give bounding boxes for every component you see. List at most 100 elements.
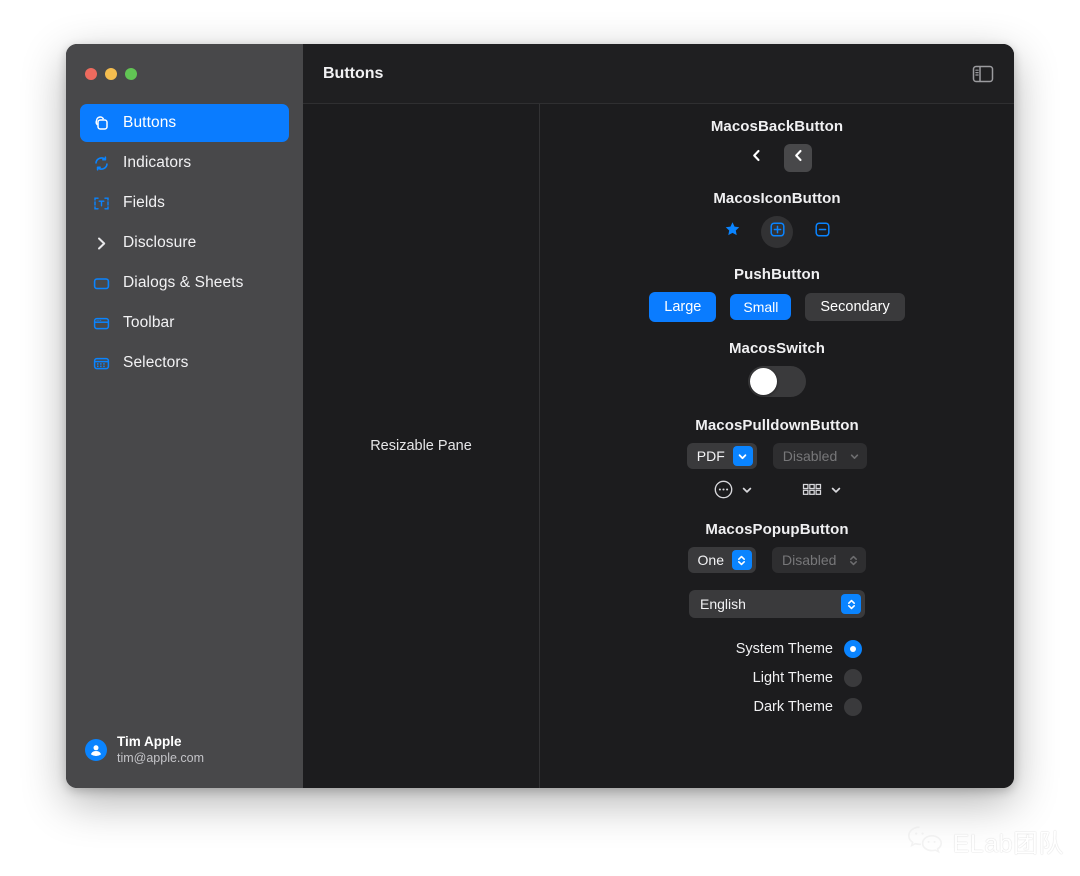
stacked-squares-icon <box>92 114 111 133</box>
pulldown-label: Disabled <box>782 448 838 464</box>
popup-language[interactable]: English <box>689 590 865 618</box>
pulldown-grid[interactable] <box>801 481 842 503</box>
popup-label: Disabled <box>781 552 837 568</box>
sidebar-item-label: Fields <box>123 194 165 211</box>
close-button[interactable] <box>85 68 97 80</box>
sidebar-item-label: Disclosure <box>123 234 197 251</box>
popup-disabled: Disabled <box>771 547 867 573</box>
section-title: MacosPopupButton <box>705 521 849 538</box>
zoom-button[interactable] <box>125 68 137 80</box>
radio-row-system[interactable]: System Theme <box>692 634 862 663</box>
chevron-down-icon <box>830 483 842 501</box>
popup-one[interactable]: One <box>687 547 756 573</box>
sidebar-item-label: Dialogs & Sheets <box>123 274 244 291</box>
pulldown-disabled: Disabled <box>772 443 868 469</box>
toolbar: Buttons <box>303 44 1014 104</box>
window-controls <box>66 44 303 104</box>
pulldown-label: PDF <box>696 448 725 464</box>
resizable-pane-label: Resizable Pane <box>370 438 472 454</box>
user-info: Tim Apple tim@apple.com <box>117 734 204 766</box>
text-field-icon <box>92 194 111 213</box>
watermark: ELab团队 <box>905 823 1064 860</box>
section-switch: MacosSwitch <box>540 340 1014 417</box>
section-title: MacosIconButton <box>713 190 841 207</box>
minimize-button[interactable] <box>105 68 117 80</box>
pulldown-ellipsis[interactable] <box>713 479 753 505</box>
controls-showcase: MacosBackButton MacosIconButton PushButt… <box>540 104 1014 788</box>
page-title: Buttons <box>323 64 384 82</box>
rounded-rect-icon <box>92 274 111 293</box>
sidebar-item-selectors[interactable]: Selectors <box>80 344 289 382</box>
icon-button-minus[interactable] <box>806 216 838 248</box>
sidebar-item-label: Toolbar <box>123 314 175 331</box>
section-title: MacosPulldownButton <box>695 417 859 434</box>
chevron-down-icon <box>732 446 753 466</box>
chevron-down-icon <box>845 451 863 462</box>
radio-button-light[interactable] <box>844 668 862 687</box>
radio-label: Dark Theme <box>753 698 833 715</box>
pulldown-pdf[interactable]: PDF <box>686 443 757 469</box>
toolbar-window-icon <box>92 314 111 333</box>
sidebar-item-dialogs-sheets[interactable]: Dialogs & Sheets <box>80 264 289 302</box>
back-button-plain[interactable] <box>742 144 770 172</box>
radio-row-dark[interactable]: Dark Theme <box>692 692 862 721</box>
user-email: tim@apple.com <box>117 750 205 765</box>
sidebar-item-buttons[interactable]: Buttons <box>80 104 289 142</box>
app-window: Buttons Indicators Fields Disclosure Dia… <box>66 44 1014 788</box>
sidebar-item-label: Buttons <box>123 114 177 131</box>
user-profile[interactable]: Tim Apple tim@apple.com <box>66 734 303 766</box>
push-button-large[interactable]: Large <box>649 292 717 322</box>
refresh-circle-icon <box>92 154 111 173</box>
star-icon <box>724 221 741 243</box>
section-icon-button: MacosIconButton <box>540 190 1014 266</box>
push-button-secondary[interactable]: Secondary <box>805 293 905 321</box>
chevron-up-down-icon <box>844 554 862 567</box>
macos-switch[interactable] <box>748 366 806 397</box>
section-back-button: MacosBackButton <box>540 118 1014 190</box>
icon-button-star[interactable] <box>716 216 748 248</box>
main-area: Buttons Resizable Pane MacosBackButton M… <box>303 44 1014 788</box>
sidebar-item-label: Indicators <box>123 154 192 171</box>
sidebar-toggle-icon[interactable] <box>972 65 994 83</box>
section-title: MacosSwitch <box>728 340 826 357</box>
chevron-left-icon <box>791 148 806 168</box>
plus-box-icon <box>769 221 786 243</box>
sidebar-item-fields[interactable]: Fields <box>80 184 289 222</box>
switch-knob <box>750 368 777 395</box>
wechat-bubbles-icon <box>905 823 945 860</box>
chevron-down-icon <box>741 483 753 501</box>
section-title: MacosBackButton <box>710 118 844 135</box>
user-name: Tim Apple <box>117 734 182 750</box>
radio-label: System Theme <box>735 640 833 657</box>
radio-button-system[interactable] <box>844 639 862 658</box>
grid-squares-icon <box>801 481 823 503</box>
section-push-button: PushButton Large Small Secondary <box>540 266 1014 340</box>
sidebar-nav: Buttons Indicators Fields Disclosure Dia… <box>66 104 303 382</box>
radio-button-dark[interactable] <box>844 697 862 716</box>
chevron-right-icon <box>92 234 111 253</box>
popup-label: English <box>700 596 746 612</box>
sidebar-item-indicators[interactable]: Indicators <box>80 144 289 182</box>
sidebar-item-label: Selectors <box>123 354 189 371</box>
section-popup-button: MacosPopupButton One Disabled English <box>540 521 1014 634</box>
chevron-left-icon <box>749 148 764 168</box>
sidebar-item-disclosure[interactable]: Disclosure <box>80 224 289 262</box>
theme-radio-group: System Theme Light Theme Dark Theme <box>540 634 1014 721</box>
popup-label: One <box>697 552 724 568</box>
push-button-small[interactable]: Small <box>730 294 792 320</box>
calendar-grid-icon <box>92 354 111 373</box>
sidebar-item-toolbar[interactable]: Toolbar <box>80 304 289 342</box>
icon-button-plus[interactable] <box>761 216 793 248</box>
section-pulldown-button: MacosPulldownButton PDF Disabled <box>540 417 1014 521</box>
avatar <box>85 739 107 762</box>
back-button-filled[interactable] <box>784 144 812 172</box>
ellipsis-circle-icon <box>713 479 734 505</box>
chevron-up-down-icon <box>841 594 861 614</box>
resizable-pane[interactable]: Resizable Pane <box>303 104 540 788</box>
chevron-up-down-icon <box>731 550 752 570</box>
minus-box-icon <box>814 221 831 243</box>
sidebar: Buttons Indicators Fields Disclosure Dia… <box>66 44 303 788</box>
radio-label: Light Theme <box>752 669 833 686</box>
radio-row-light[interactable]: Light Theme <box>692 663 862 692</box>
watermark-text: ELab团队 <box>952 829 1064 858</box>
